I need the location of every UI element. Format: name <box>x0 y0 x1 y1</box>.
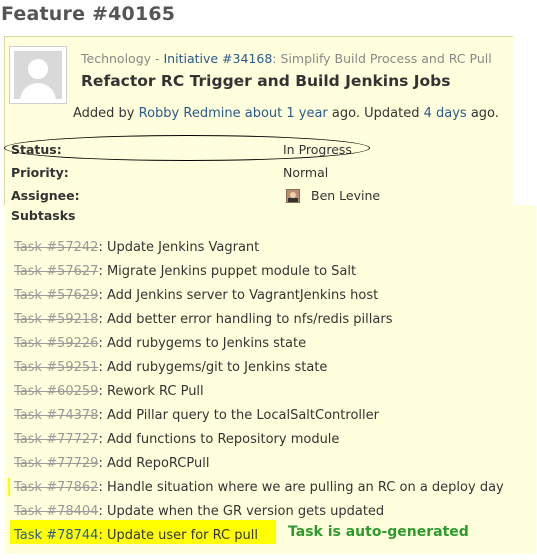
subtask-link[interactable]: Task #74378 <box>14 408 98 423</box>
feature-title: Feature #40165 <box>1 3 176 25</box>
subtask-title: : Update when the GR version gets update… <box>98 504 385 519</box>
updated-time-link[interactable]: 4 days <box>424 106 467 121</box>
subtask-title: : Update Jenkins Vagrant <box>98 240 260 255</box>
breadcrumb: Technology - Initiative #34168: Simplify… <box>81 51 492 66</box>
parent-issue-title: : Simplify Build Process and RC Pull <box>272 51 492 66</box>
subtasks-panel <box>4 205 536 554</box>
tracker-name: Technology <box>81 51 152 66</box>
subtask-title: : Add RepoRCPull <box>98 456 210 471</box>
subtask-row: Task #77862: Handle situation where we a… <box>14 479 504 497</box>
issue-meta: Added by Robby Redmine about 1 year ago.… <box>73 106 499 121</box>
subtask-row: Task #59226: Add rubygems to Jenkins sta… <box>14 335 306 353</box>
priority-label: Priority: <box>11 165 69 180</box>
subtask-row: Task #59218: Add better error handling t… <box>14 311 392 329</box>
subtask-link[interactable]: Task #77729 <box>14 456 98 471</box>
priority-value: Normal <box>283 165 329 180</box>
subtask-row: Task #57242: Update Jenkins Vagrant <box>14 239 259 257</box>
parent-issue-link[interactable]: Initiative #34168 <box>164 51 273 66</box>
subtask-title: : Add Jenkins server to VagrantJenkins h… <box>98 288 379 303</box>
subtask-title: : Add rubygems to Jenkins state <box>98 336 307 351</box>
subtask-title: : Add better error handling to nfs/redis… <box>98 312 393 327</box>
subtask-row: Task #57629: Add Jenkins server to Vagra… <box>14 287 378 305</box>
subtask-title: : Add Pillar query to the LocalSaltContr… <box>98 408 379 423</box>
subtask-title: : Rework RC Pull <box>98 384 204 399</box>
assignee-link[interactable]: Ben Levine <box>311 188 380 203</box>
subtask-link[interactable]: Task #59218 <box>14 312 98 327</box>
subtask-title: : Migrate Jenkins puppet module to Salt <box>98 264 357 279</box>
subtask-link[interactable]: Task #57242 <box>14 240 98 255</box>
subtask-link[interactable]: Task #59251 <box>14 360 98 375</box>
subtask-link[interactable]: Task #77862 <box>14 480 98 495</box>
auto-generated-note: Task is auto-generated <box>288 524 469 540</box>
created-time-link[interactable]: about 1 year <box>245 106 328 121</box>
subtask-link[interactable]: Task #78744 <box>14 528 98 543</box>
issue-subject: Refactor RC Trigger and Build Jenkins Jo… <box>81 72 451 90</box>
subtask-row: Task #60259: Rework RC Pull <box>14 383 204 401</box>
subtask-link[interactable]: Task #77727 <box>14 432 98 447</box>
subtasks-label: Subtasks <box>11 208 76 223</box>
subtask-row: Task #78404: Update when the GR version … <box>14 503 384 521</box>
subtask-title: : Add rubygems/git to Jenkins state <box>98 360 328 375</box>
author-link[interactable]: Robby Redmine <box>139 106 241 121</box>
subtask-row: Task #77729: Add RepoRCPull <box>14 455 209 473</box>
subtask-link[interactable]: Task #60259 <box>14 384 98 399</box>
subtask-link[interactable]: Task #57629 <box>14 288 98 303</box>
subtask-link[interactable]: Task #57627 <box>14 264 98 279</box>
subtask-title: : Add functions to Repository module <box>98 432 340 447</box>
subtask-row: Task #74378: Add Pillar query to the Loc… <box>14 407 379 425</box>
subtask-title: : Handle situation where we are pulling … <box>98 480 504 495</box>
assignee-avatar <box>286 189 300 203</box>
assignee-label: Assignee: <box>11 188 80 203</box>
author-avatar <box>9 46 67 104</box>
subtask-title: : Update user for RC pull <box>98 528 258 543</box>
subtask-row: Task #77727: Add functions to Repository… <box>14 431 339 449</box>
subtask-row: Task #59251: Add rubygems/git to Jenkins… <box>14 359 327 377</box>
subtask-link[interactable]: Task #59226 <box>14 336 98 351</box>
subtask-row: Task #78744: Update user for RC pull <box>14 527 258 545</box>
subtask-link[interactable]: Task #78404 <box>14 504 98 519</box>
highlight-marker <box>8 478 10 496</box>
status-highlight-oval <box>4 135 370 161</box>
subtask-row: Task #57627: Migrate Jenkins puppet modu… <box>14 263 356 281</box>
